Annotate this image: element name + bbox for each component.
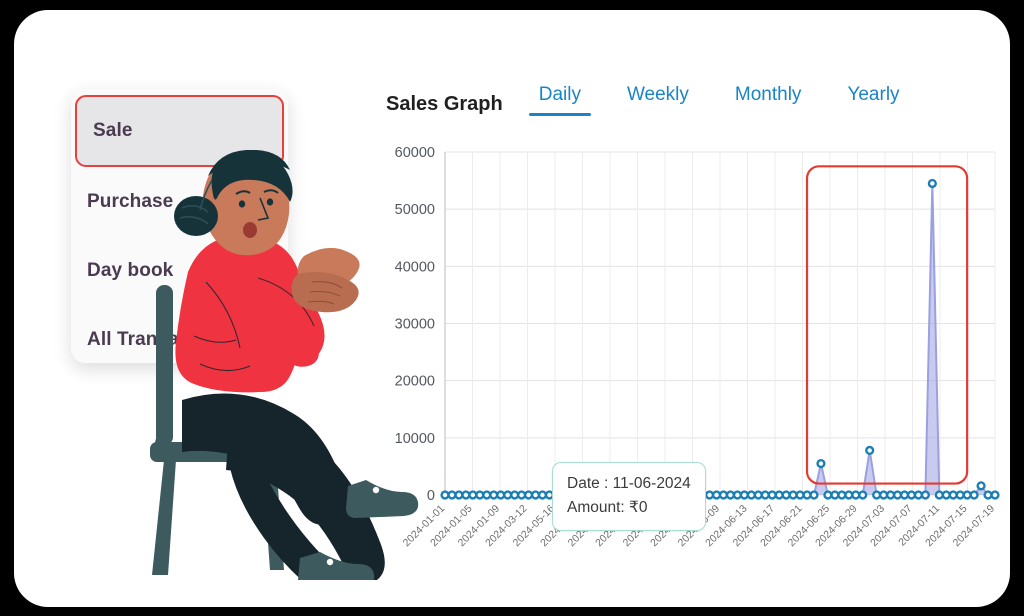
data-point-marker[interactable] xyxy=(858,490,868,500)
data-point-marker[interactable] xyxy=(969,490,979,500)
page-title: Sales Graph xyxy=(386,93,503,115)
peak-region-highlight-box xyxy=(805,165,969,485)
sales-graph-panel: Sales Graph Daily Weekly Monthly Yearly … xyxy=(369,70,1009,600)
data-point-marker[interactable] xyxy=(809,490,819,500)
tab-label: Yearly xyxy=(847,84,900,105)
chart-tooltip: Date : 11-06-2024 Amount: ₹0 xyxy=(552,462,706,532)
tab-label: Weekly xyxy=(626,84,689,105)
tab-label: Daily xyxy=(538,84,581,105)
app-card: Sale Purchase Day book All Transaction S… xyxy=(14,10,1010,607)
data-point-marker[interactable] xyxy=(816,458,826,469)
data-point-marker[interactable] xyxy=(927,178,937,189)
tab-monthly[interactable]: Monthly xyxy=(725,84,812,116)
tooltip-amount: Amount: ₹0 xyxy=(567,499,648,517)
screenshot-root: Sale Purchase Day book All Transaction S… xyxy=(0,0,1024,616)
data-point-marker[interactable] xyxy=(920,490,930,500)
tooltip-date: Date : 11-06-2024 xyxy=(567,475,691,492)
data-point-marker[interactable] xyxy=(990,490,1000,500)
chart-header: Sales Graph Daily Weekly Monthly Yearly xyxy=(386,84,936,116)
menu-item-label: Sale xyxy=(93,120,133,141)
data-point-marker[interactable] xyxy=(976,481,986,491)
tab-yearly[interactable]: Yearly xyxy=(837,84,909,116)
tab-daily[interactable]: Daily xyxy=(528,84,592,116)
seated-person-illustration xyxy=(150,150,419,580)
y-axis-tick-label: 0 xyxy=(427,488,435,504)
data-point-marker[interactable] xyxy=(865,445,875,456)
tab-label: Monthly xyxy=(734,84,802,105)
tab-weekly[interactable]: Weekly xyxy=(617,84,699,116)
